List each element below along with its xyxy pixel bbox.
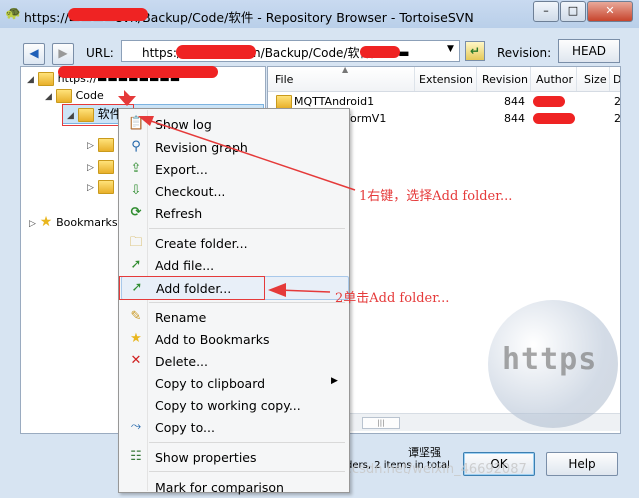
arrow-down-marker	[118, 90, 136, 106]
arrow-head-step1	[138, 116, 154, 126]
annotation-step2: 2单击Add folder...	[335, 291, 450, 306]
arrow-line-step1	[141, 117, 356, 191]
annotation-arrows	[118, 90, 356, 297]
annotation-step1: 1右键，选择Add folder...	[359, 189, 513, 204]
arrow-head-step2	[268, 283, 286, 297]
